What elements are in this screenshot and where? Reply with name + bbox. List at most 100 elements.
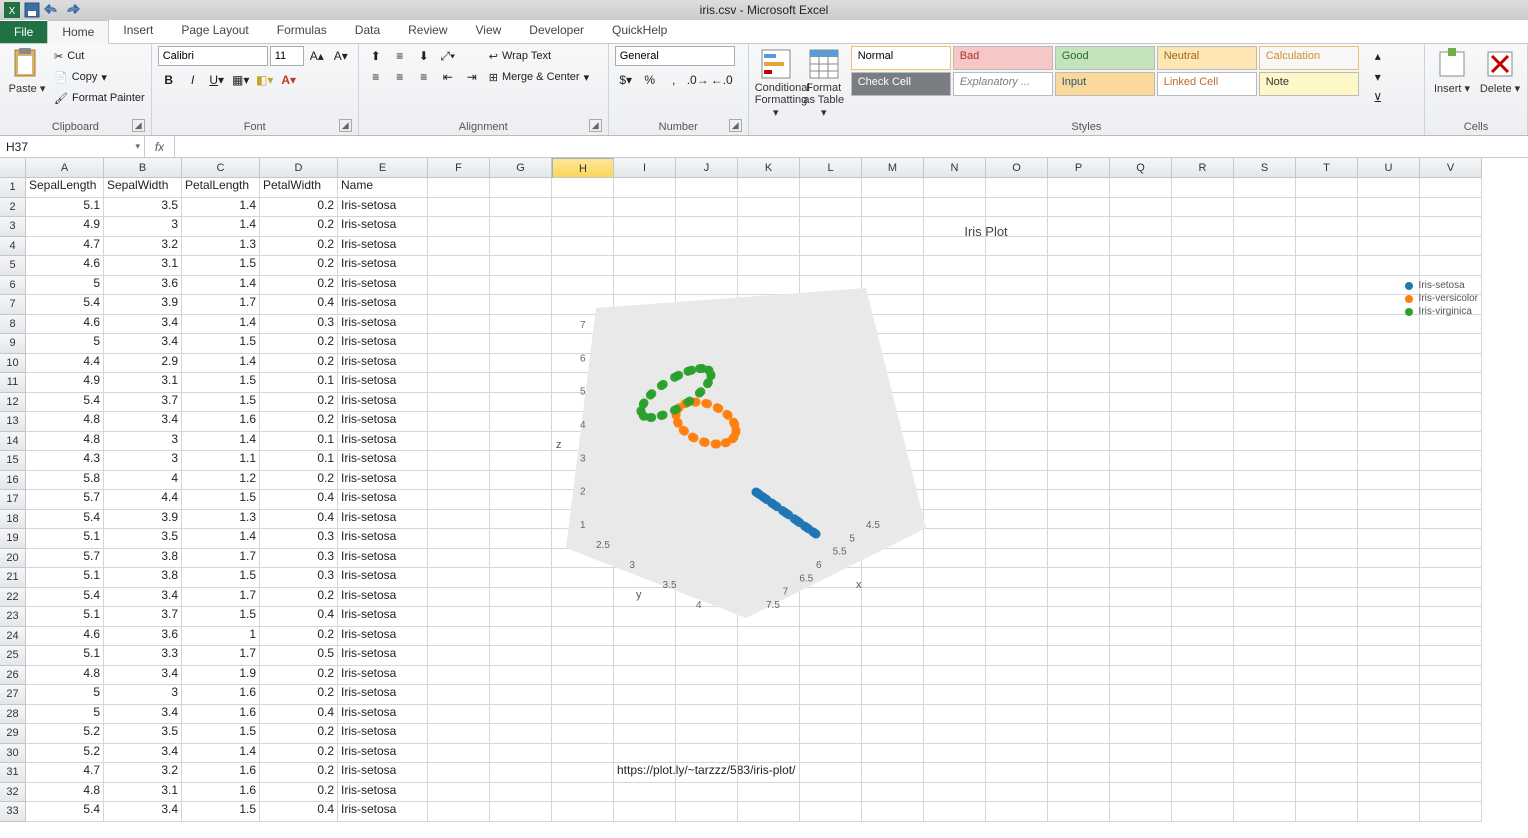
- cell[interactable]: [800, 178, 862, 198]
- cell[interactable]: [1172, 744, 1234, 764]
- cell[interactable]: 3: [104, 217, 182, 237]
- tab-home[interactable]: Home: [47, 20, 109, 44]
- cell[interactable]: [1358, 802, 1420, 822]
- cell[interactable]: [428, 490, 490, 510]
- style-linked-cell[interactable]: Linked Cell: [1157, 72, 1257, 96]
- cell[interactable]: [428, 568, 490, 588]
- row-header[interactable]: 2: [0, 198, 26, 218]
- cell[interactable]: 3.4: [104, 705, 182, 725]
- row-header[interactable]: 29: [0, 724, 26, 744]
- row-header[interactable]: 17: [0, 490, 26, 510]
- cell[interactable]: 0.3: [260, 549, 338, 569]
- cell[interactable]: [428, 198, 490, 218]
- cell[interactable]: PetalLength: [182, 178, 260, 198]
- cell[interactable]: Iris-setosa: [338, 510, 428, 530]
- cell[interactable]: 1.5: [182, 724, 260, 744]
- cell[interactable]: Iris-setosa: [338, 568, 428, 588]
- cell[interactable]: [738, 198, 800, 218]
- cell[interactable]: [986, 802, 1048, 822]
- cell[interactable]: 0.2: [260, 412, 338, 432]
- cell[interactable]: [800, 198, 862, 218]
- cell[interactable]: 0.4: [260, 295, 338, 315]
- cell[interactable]: [428, 432, 490, 452]
- col-header-P[interactable]: P: [1048, 158, 1110, 178]
- font-name-select[interactable]: [158, 46, 268, 66]
- cell[interactable]: 1.3: [182, 510, 260, 530]
- cell[interactable]: [676, 783, 738, 803]
- cell[interactable]: [1420, 685, 1482, 705]
- cell[interactable]: [1420, 802, 1482, 822]
- cell[interactable]: [1420, 783, 1482, 803]
- cell[interactable]: [1420, 744, 1482, 764]
- cell[interactable]: 0.2: [260, 276, 338, 296]
- cell[interactable]: 1.4: [182, 432, 260, 452]
- cell[interactable]: [428, 763, 490, 783]
- cell[interactable]: [428, 607, 490, 627]
- cell[interactable]: 3.1: [104, 256, 182, 276]
- cell[interactable]: Iris-setosa: [338, 393, 428, 413]
- cell[interactable]: 4.8: [26, 783, 104, 803]
- cell[interactable]: [428, 549, 490, 569]
- cell[interactable]: PetalWidth: [260, 178, 338, 198]
- tab-review[interactable]: Review: [394, 19, 461, 43]
- cell[interactable]: [738, 802, 800, 822]
- cell[interactable]: [1234, 802, 1296, 822]
- cell[interactable]: 3.4: [104, 334, 182, 354]
- cell[interactable]: [1048, 198, 1110, 218]
- cell[interactable]: Name: [338, 178, 428, 198]
- cell[interactable]: 3.4: [104, 412, 182, 432]
- col-header-H[interactable]: H: [552, 158, 614, 178]
- cell[interactable]: [924, 802, 986, 822]
- styles-more[interactable]: ⊻: [1367, 88, 1389, 108]
- cell[interactable]: 0.2: [260, 471, 338, 491]
- cell[interactable]: 4.9: [26, 373, 104, 393]
- row-header[interactable]: 6: [0, 276, 26, 296]
- cell[interactable]: 5.7: [26, 490, 104, 510]
- select-all-corner[interactable]: [0, 158, 26, 178]
- increase-decimal-icon[interactable]: .0→: [687, 70, 709, 90]
- cell[interactable]: [428, 373, 490, 393]
- cell[interactable]: Iris-setosa: [338, 802, 428, 822]
- cell[interactable]: Iris-setosa: [338, 549, 428, 569]
- cell[interactable]: Iris-setosa: [338, 315, 428, 335]
- row-header[interactable]: 33: [0, 802, 26, 822]
- col-header-D[interactable]: D: [260, 158, 338, 178]
- cell[interactable]: [738, 744, 800, 764]
- cell[interactable]: [738, 178, 800, 198]
- cell[interactable]: 0.4: [260, 607, 338, 627]
- cell[interactable]: 1.7: [182, 549, 260, 569]
- cell[interactable]: [1296, 198, 1358, 218]
- cell[interactable]: Iris-setosa: [338, 627, 428, 647]
- cell[interactable]: [614, 744, 676, 764]
- cell[interactable]: 0.2: [260, 198, 338, 218]
- comma-icon[interactable]: ,: [663, 70, 685, 90]
- cell[interactable]: [1172, 705, 1234, 725]
- cell[interactable]: 0.2: [260, 217, 338, 237]
- cell[interactable]: 5: [26, 705, 104, 725]
- cell[interactable]: [738, 705, 800, 725]
- insert-cells-button[interactable]: Insert ▾: [1431, 46, 1473, 95]
- col-header-T[interactable]: T: [1296, 158, 1358, 178]
- cell[interactable]: [862, 763, 924, 783]
- cell[interactable]: [614, 685, 676, 705]
- cell[interactable]: [862, 178, 924, 198]
- cell[interactable]: 3.6: [104, 276, 182, 296]
- row-header[interactable]: 20: [0, 549, 26, 569]
- cell[interactable]: Iris-setosa: [338, 256, 428, 276]
- cell[interactable]: 0.2: [260, 334, 338, 354]
- cell[interactable]: 3: [104, 451, 182, 471]
- row-header[interactable]: 11: [0, 373, 26, 393]
- cell[interactable]: [1172, 802, 1234, 822]
- cell[interactable]: 1.4: [182, 315, 260, 335]
- cell[interactable]: 3.2: [104, 763, 182, 783]
- cell[interactable]: 3.4: [104, 588, 182, 608]
- cell[interactable]: [428, 237, 490, 257]
- cell[interactable]: 5.1: [26, 646, 104, 666]
- cell[interactable]: 4.8: [26, 666, 104, 686]
- cell[interactable]: [800, 744, 862, 764]
- cell[interactable]: 0.2: [260, 763, 338, 783]
- cell[interactable]: Iris-setosa: [338, 412, 428, 432]
- align-bottom-icon[interactable]: ⬇: [413, 46, 435, 66]
- cell[interactable]: Iris-setosa: [338, 217, 428, 237]
- style-bad[interactable]: Bad: [953, 46, 1053, 70]
